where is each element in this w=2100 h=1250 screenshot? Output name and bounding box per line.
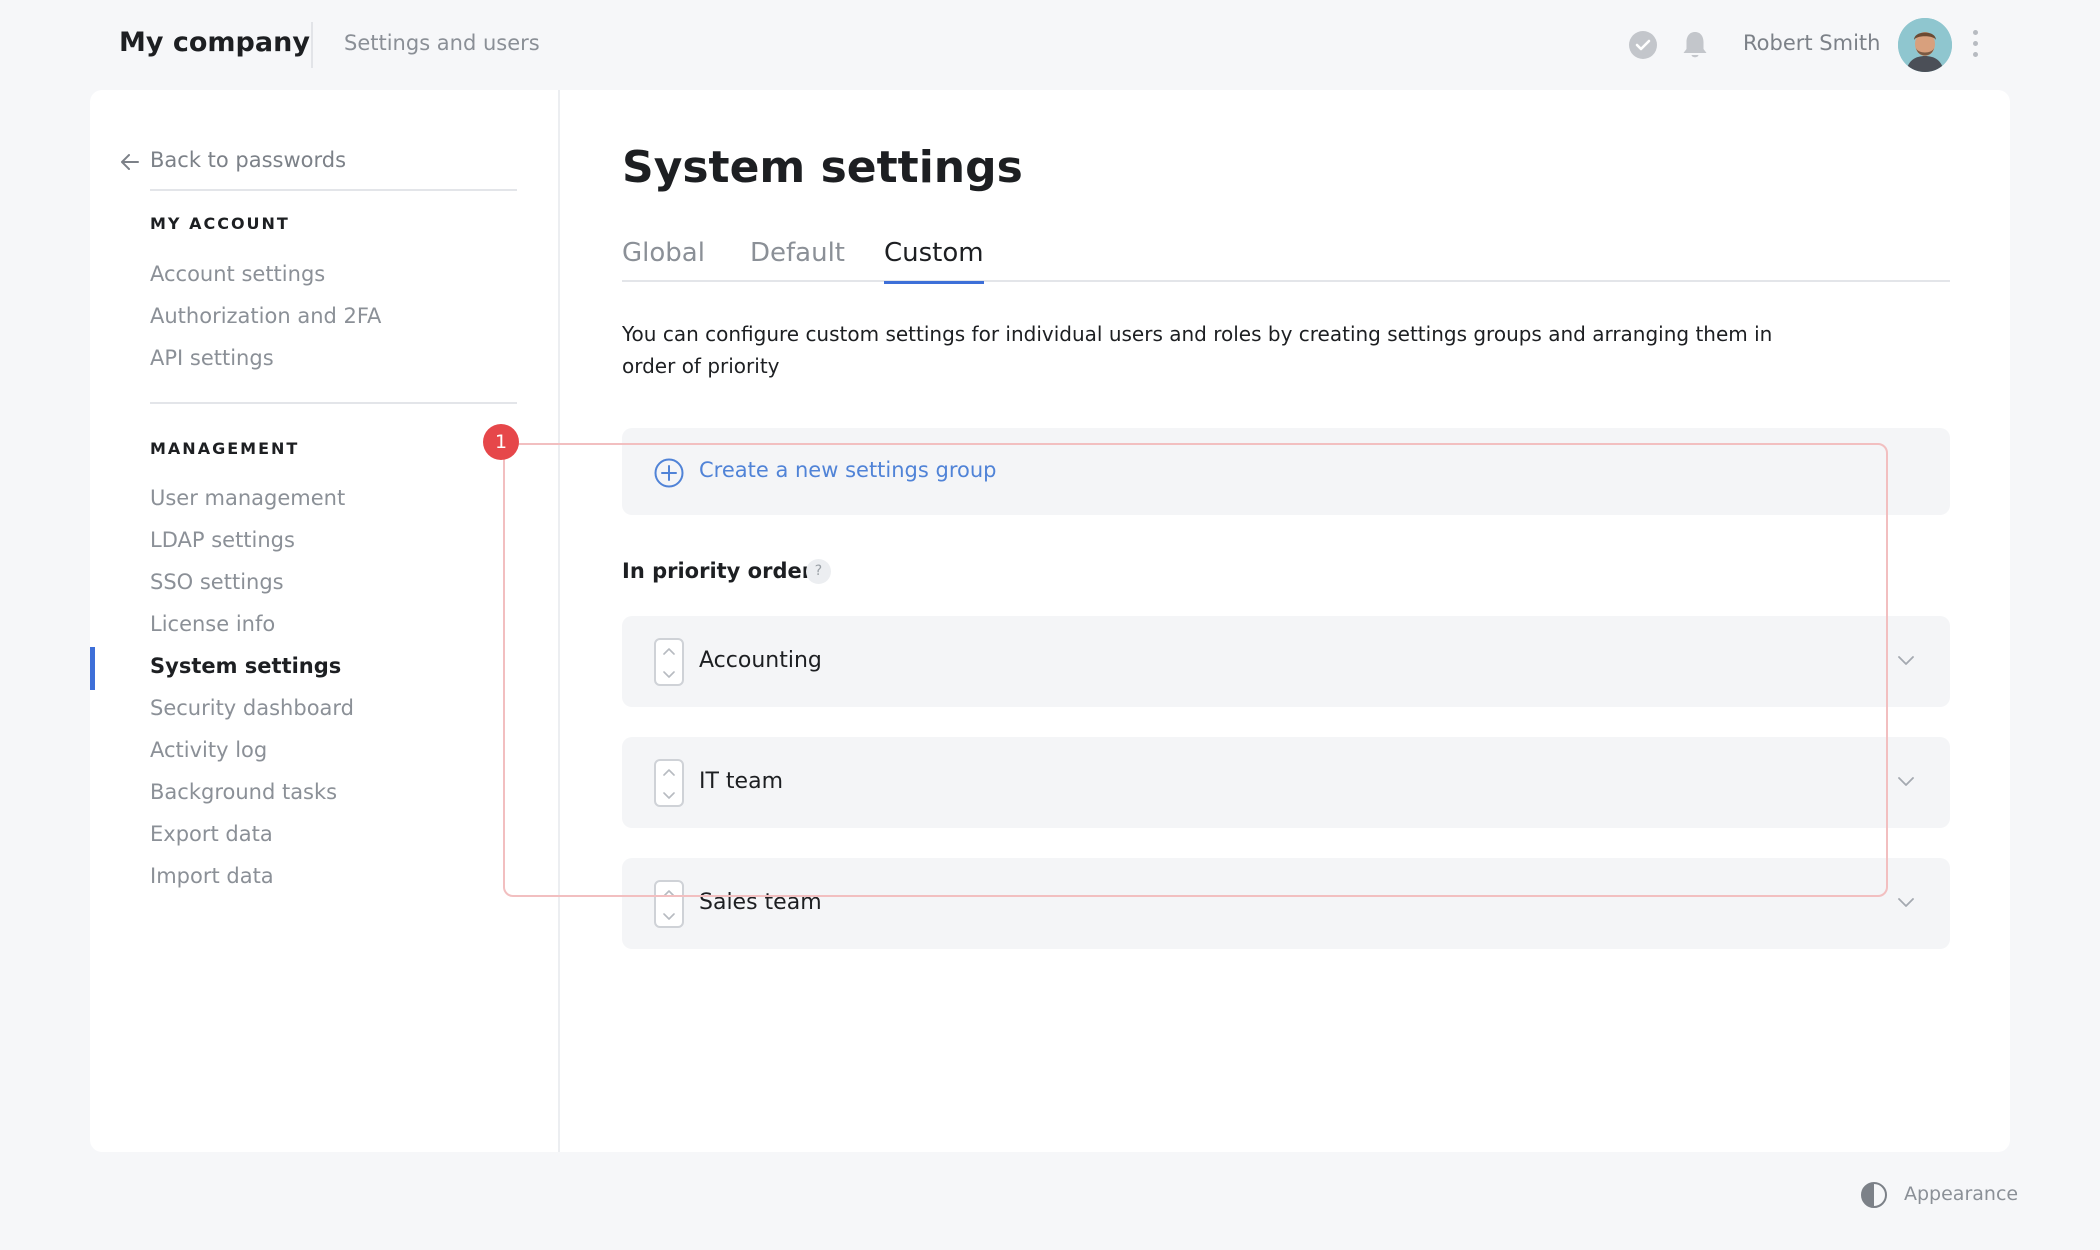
contrast-icon — [1861, 1182, 1887, 1208]
sidebar-item-user-management[interactable]: User management — [150, 486, 345, 510]
chevron-down-icon[interactable] — [1896, 896, 1916, 910]
sidebar-item-activity-log[interactable]: Activity log — [150, 738, 267, 762]
tab-custom-label: Custom — [884, 238, 984, 268]
header-subtitle: Settings and users — [344, 31, 540, 55]
sidebar-item-license-info[interactable]: License info — [150, 612, 275, 636]
more-vertical-icon[interactable] — [1969, 30, 1981, 60]
sidebar-item-api-settings[interactable]: API settings — [150, 346, 274, 370]
sidebar-item-security-dashboard[interactable]: Security dashboard — [150, 696, 354, 720]
section-title-management: MANAGEMENT — [150, 439, 300, 458]
sidebar-item-background-tasks[interactable]: Background tasks — [150, 780, 337, 804]
back-to-passwords-link[interactable]: Back to passwords — [118, 148, 555, 180]
chevron-down-icon[interactable] — [1896, 775, 1916, 789]
appearance-toggle[interactable]: Appearance — [1860, 1178, 2018, 1212]
active-tab-underline — [884, 281, 984, 284]
top-bar: My company Settings and users Robert Smi… — [0, 0, 2100, 90]
sidebar-item-import-data[interactable]: Import data — [150, 864, 274, 888]
page-title: System settings — [622, 142, 1023, 193]
check-circle-icon[interactable] — [1629, 31, 1657, 59]
tab-global[interactable]: Global — [622, 238, 705, 282]
active-item-indicator — [90, 647, 95, 690]
sidebar-item-account-settings[interactable]: Account settings — [150, 262, 325, 286]
tab-custom[interactable]: Custom — [884, 238, 984, 284]
sidebar-divider — [150, 402, 517, 404]
appearance-label: Appearance — [1904, 1183, 2019, 1205]
user-name[interactable]: Robert Smith — [1743, 31, 1880, 55]
sidebar-item-export-data[interactable]: Export data — [150, 822, 273, 846]
company-name[interactable]: My company — [119, 27, 310, 58]
bell-icon[interactable] — [1680, 29, 1710, 61]
section-title-my-account: MY ACCOUNT — [150, 214, 290, 233]
sidebar-item-ldap-settings[interactable]: LDAP settings — [150, 528, 295, 552]
avatar[interactable] — [1898, 18, 1952, 72]
tab-description: You can configure custom settings for in… — [622, 322, 1773, 378]
sidebar-item-system-settings[interactable]: System settings — [150, 654, 341, 678]
sidebar-divider — [150, 189, 517, 191]
back-link-label: Back to passwords — [150, 148, 347, 172]
sidebar: Back to passwords MY ACCOUNT Account set… — [90, 90, 560, 1152]
priority-list-highlight — [503, 443, 1888, 897]
header-divider — [311, 22, 313, 68]
arrow-left-icon — [121, 154, 139, 170]
chevron-down-icon[interactable] — [1896, 654, 1916, 668]
tab-bar: Global Default Custom — [622, 238, 1950, 284]
sidebar-item-sso-settings[interactable]: SSO settings — [150, 570, 284, 594]
sidebar-item-authorization-2fa[interactable]: Authorization and 2FA — [150, 304, 381, 328]
tab-default[interactable]: Default — [750, 238, 845, 282]
annotation-badge: 1 — [483, 424, 519, 460]
